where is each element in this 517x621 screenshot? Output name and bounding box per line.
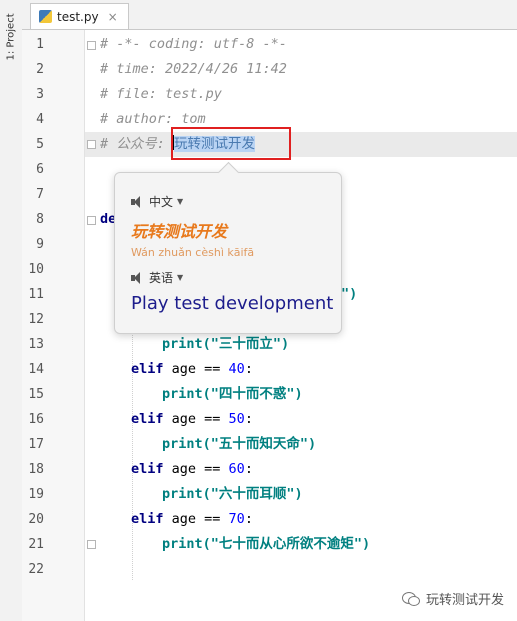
tab-label: test.py — [57, 9, 99, 24]
pinyin-text: Wán zhuǎn cèshì kāifā — [131, 246, 255, 259]
close-icon[interactable]: × — [108, 10, 118, 24]
keyword: elif — [131, 361, 164, 377]
speaker-icon[interactable] — [131, 195, 145, 208]
number: 50 — [228, 411, 245, 427]
python-file-icon — [39, 10, 52, 23]
line-number: 22 — [28, 562, 44, 577]
code-line: # file: test.py — [100, 86, 222, 102]
line-number: 12 — [28, 312, 44, 327]
expression: age == — [163, 461, 229, 477]
line-number: 6 — [36, 162, 44, 177]
code-line: print("七十而从心所欲不逾矩") — [162, 536, 371, 552]
speaker-icon[interactable] — [131, 271, 145, 284]
line-number: 10 — [28, 262, 44, 277]
expression: age == — [163, 511, 229, 527]
code-line: # time: 2022/4/26 11:42 — [100, 61, 287, 77]
expression: age == — [163, 361, 229, 377]
colon: : — [244, 461, 253, 477]
line-number: 9 — [36, 237, 44, 252]
expression: age == — [163, 411, 229, 427]
colon: : — [244, 411, 253, 427]
code-line: print("四十而不惑") — [162, 386, 303, 402]
number: 70 — [228, 511, 245, 527]
keyword: elif — [131, 461, 164, 477]
target-language-label: 英语 — [149, 271, 174, 285]
code-line: elif age == 60: — [131, 457, 253, 482]
comment-prefix: # 公众号: — [100, 136, 174, 152]
chevron-down-icon[interactable]: ▼ — [177, 197, 183, 206]
translation-result: Play test development — [131, 293, 334, 314]
keyword: elif — [131, 411, 164, 427]
code-line: elif age == 50: — [131, 407, 253, 432]
keyword: elif — [131, 511, 164, 527]
number: 40 — [228, 361, 245, 377]
line-number: 7 — [36, 187, 44, 202]
code-line: print("六十而耳顺") — [162, 486, 303, 502]
tab-test-py[interactable]: test.py × — [30, 3, 129, 29]
code-line: print("三十而立") — [162, 336, 290, 352]
code-line: elif age == 70: — [131, 507, 253, 532]
colon: : — [244, 361, 253, 377]
code-line: # -*- coding: utf-8 -*- — [100, 36, 287, 52]
watermark-text: 玩转测试开发 — [426, 593, 505, 608]
selection-highlight-box — [171, 127, 291, 160]
watermark: 玩转测试开发 — [402, 589, 504, 608]
colon: : — [244, 511, 253, 527]
chevron-down-icon[interactable]: ▼ — [177, 273, 183, 282]
target-language-row[interactable]: 英语 ▼ — [131, 269, 183, 286]
code-line: elif age == 40: — [131, 357, 253, 382]
number: 60 — [228, 461, 245, 477]
wechat-icon — [402, 591, 420, 606]
source-word: 玩转测试开发 — [131, 222, 228, 241]
translation-popup: 中文 ▼ 玩转测试开发 Wán zhuǎn cèshì kāifā 英语 ▼ P… — [114, 161, 342, 334]
source-language-row[interactable]: 中文 ▼ — [131, 193, 183, 210]
code-line: ") — [341, 286, 358, 302]
editor-tab-bar: test.py × — [22, 0, 517, 30]
source-language-label: 中文 — [149, 195, 174, 209]
code-line: print("五十而知天命") — [162, 436, 317, 452]
